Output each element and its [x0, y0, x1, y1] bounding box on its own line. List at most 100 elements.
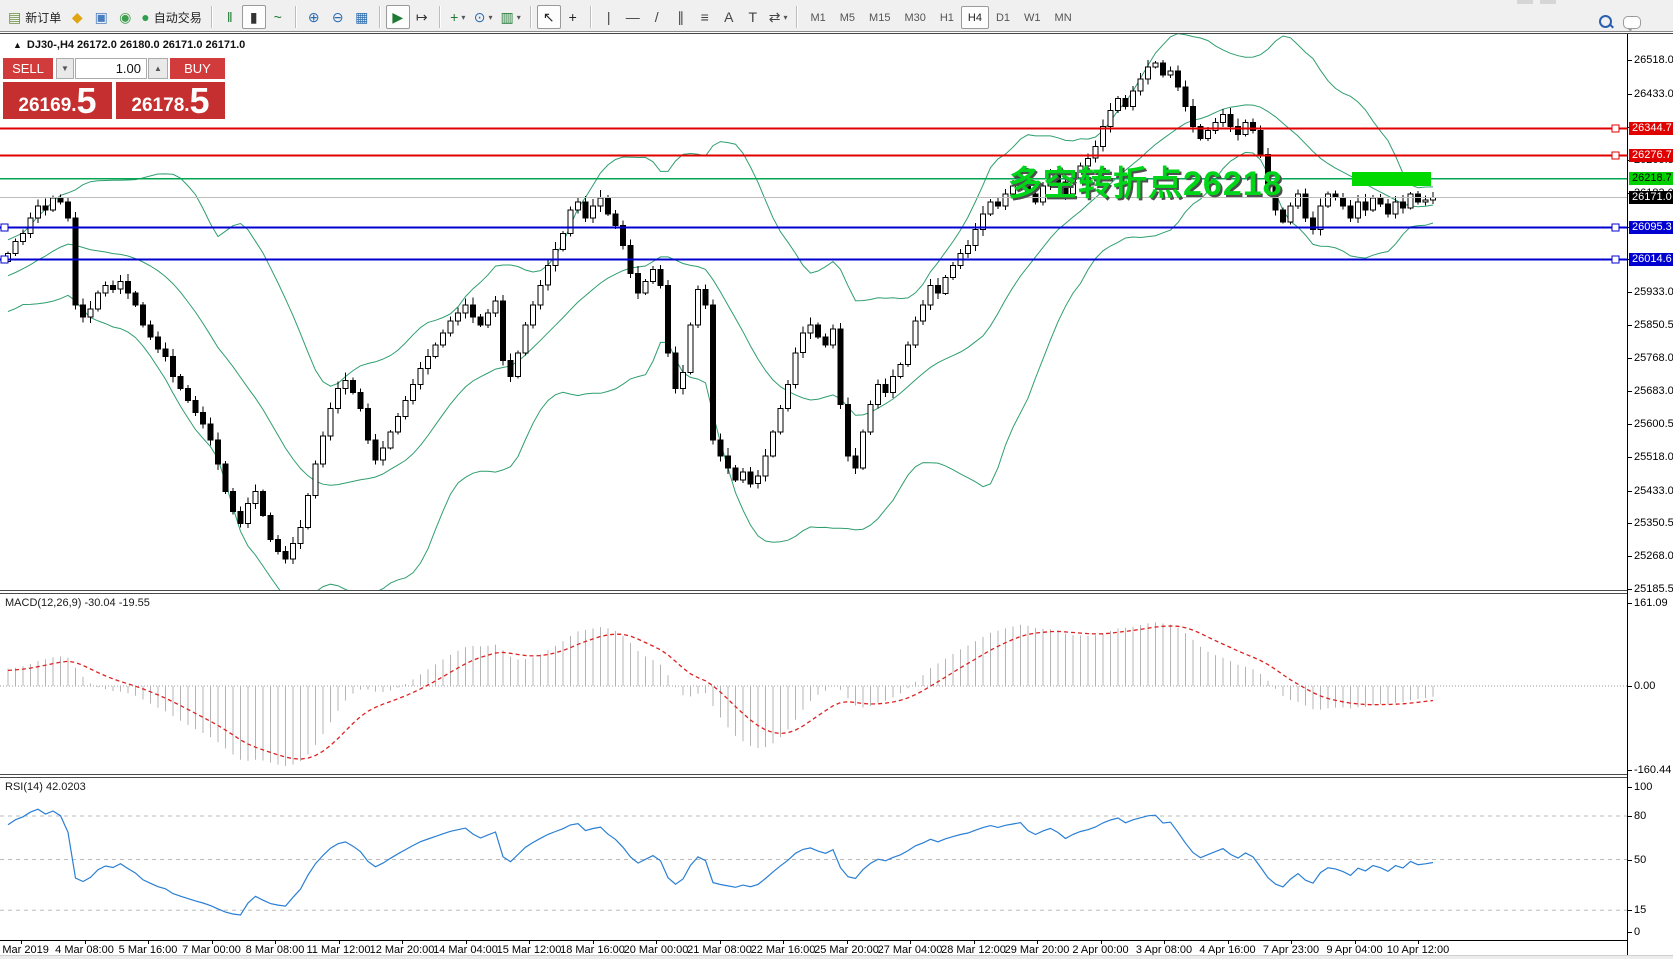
macd-pane[interactable] — [0, 594, 1627, 774]
sell-price-fraction: 5 — [77, 80, 97, 122]
chart-title: ▲DJ30-,H4 26172.0 26180.0 26171.0 26171.… — [13, 39, 245, 51]
text-button[interactable]: A — [717, 5, 741, 29]
label-icon: T — [748, 10, 757, 24]
main-price-chart[interactable] — [0, 34, 1627, 590]
search-icon[interactable] — [1599, 15, 1613, 29]
trendline-icon: / — [655, 10, 659, 24]
timeframe-button-h1[interactable]: H1 — [933, 6, 961, 29]
timeframe-button-m15[interactable]: M15 — [862, 6, 897, 29]
chat-icon[interactable] — [1623, 16, 1641, 29]
vertical-line-button[interactable]: | — [597, 5, 621, 29]
highlight-rectangle[interactable] — [1352, 172, 1431, 186]
timeframe-button-h4[interactable]: H4 — [961, 6, 989, 29]
crosshair-button[interactable]: + — [561, 5, 585, 29]
zoom-in-icon: ⊕ — [308, 10, 320, 24]
timeframe-button-m1[interactable]: M1 — [803, 6, 832, 29]
bottom-strip — [0, 955, 1673, 959]
price-tick — [1628, 424, 1632, 425]
annotation-text[interactable]: 多空转折点26218 — [1008, 156, 1283, 205]
trendline-button[interactable]: / — [645, 5, 669, 29]
price-tick — [1628, 325, 1632, 326]
vertical-line-icon: | — [607, 10, 611, 24]
dropdown-caret-icon[interactable]: ▾ — [517, 13, 521, 22]
dropdown-caret-icon[interactable]: ▾ — [488, 13, 492, 22]
price-level-badge: 26095.3 — [1629, 221, 1673, 234]
toolbar: ▤新订单◆▣◉●自动交易‖▮~⊕⊖▦▶↦+▾⊙▾▥▾↖+|—/∥≡AT⇄▾ M1… — [0, 0, 1673, 32]
buy-price-button[interactable]: 26178.5 — [116, 82, 225, 119]
collapse-icon[interactable]: ▲ — [13, 40, 22, 50]
rsi-tick — [1628, 816, 1632, 817]
new-chart-icon: + — [450, 10, 458, 24]
fibonacci-button[interactable]: ≡ — [693, 5, 717, 29]
timeframe-button-mn[interactable]: MN — [1048, 6, 1079, 29]
rsi-tick-label: 80 — [1634, 810, 1646, 822]
mt4-terminal: ▤新订单◆▣◉●自动交易‖▮~⊕⊖▦▶↦+▾⊙▾▥▾↖+|—/∥≡AT⇄▾ M1… — [0, 0, 1673, 959]
templates-button[interactable]: ▥▾ — [496, 5, 524, 29]
current-price-badge: 26171.0 — [1629, 191, 1673, 204]
candlestick-mode-button[interactable]: ▮ — [242, 5, 266, 29]
auto-scroll-button[interactable]: ▶ — [386, 5, 410, 29]
new-chart-button[interactable]: +▾ — [446, 5, 470, 29]
crosshair-icon: + — [569, 10, 577, 24]
arrows-button[interactable]: ⇄▾ — [765, 5, 792, 29]
fibonacci-icon: ≡ — [701, 10, 709, 24]
price-tick — [1628, 491, 1632, 492]
sell-price: 26169 — [18, 95, 71, 117]
price-axis[interactable]: 26518.026433.026348.026265.526183.026098… — [1627, 34, 1673, 959]
toolbar-separator — [590, 6, 592, 28]
timeframe-button-m30[interactable]: M30 — [897, 6, 932, 29]
window-control-fragment — [1540, 0, 1556, 4]
rsi-tick-label: 100 — [1634, 781, 1652, 793]
mql-community-button[interactable]: ◆ — [65, 5, 89, 29]
chart-shift-icon: ↦ — [416, 10, 428, 24]
bar-chart-mode-button[interactable]: ‖ — [218, 5, 242, 29]
rsi-tick — [1628, 910, 1632, 911]
rsi-pane[interactable] — [0, 778, 1627, 940]
volume-increase-button[interactable]: ▲ — [148, 58, 168, 79]
chart-shift-button[interactable]: ↦ — [410, 5, 434, 29]
macd-tick — [1628, 686, 1632, 687]
rsi-indicator-label: RSI(14) 42.0203 — [5, 781, 86, 793]
rsi-tick — [1628, 932, 1632, 933]
volume-decrease-button[interactable]: ▼ — [56, 58, 74, 79]
auto-trading-button[interactable]: ●自动交易 — [137, 5, 205, 29]
zoom-in-button[interactable]: ⊕ — [302, 5, 326, 29]
line-chart-icon: ~ — [274, 10, 282, 24]
window-control-fragment — [1517, 0, 1533, 4]
timeframe-button-w1[interactable]: W1 — [1017, 6, 1048, 29]
sell-button[interactable]: SELL — [3, 58, 53, 79]
signals-button[interactable]: ◉ — [113, 5, 137, 29]
price-tick — [1628, 60, 1632, 61]
label-button[interactable]: T — [741, 5, 765, 29]
rsi-tick — [1628, 860, 1632, 861]
chart-window[interactable]: ▲DJ30-,H4 26172.0 26180.0 26171.0 26171.… — [0, 33, 1673, 959]
buy-button[interactable]: BUY — [170, 58, 225, 79]
timeframe-button-m5[interactable]: M5 — [833, 6, 862, 29]
price-tick-label: 25433.0 — [1634, 485, 1673, 497]
market-button[interactable]: ▣ — [89, 5, 113, 29]
price-tick — [1628, 589, 1632, 590]
candlestick-icon: ▮ — [250, 10, 258, 24]
new-order-button[interactable]: ▤新订单 — [4, 5, 65, 29]
dropdown-caret-icon[interactable]: ▾ — [783, 13, 787, 22]
horizontal-line-button[interactable]: — — [621, 5, 645, 29]
sell-price-button[interactable]: 26169.5 — [3, 82, 112, 119]
text-icon: A — [724, 10, 733, 24]
zoom-out-button[interactable]: ⊖ — [326, 5, 350, 29]
zoom-out-icon: ⊖ — [332, 10, 344, 24]
line-chart-mode-button[interactable]: ~ — [266, 5, 290, 29]
volume-input[interactable]: 1.00 — [75, 58, 147, 79]
period-clock-button[interactable]: ⊙▾ — [470, 5, 497, 29]
template-icon: ▥ — [500, 10, 513, 24]
macd-tick — [1628, 603, 1632, 604]
tile-windows-button[interactable]: ▦ — [350, 5, 374, 29]
dropdown-caret-icon[interactable]: ▾ — [461, 13, 465, 22]
autotrade-icon: ● — [141, 10, 149, 24]
rsi-tick-label: 15 — [1634, 904, 1646, 916]
cursor-button[interactable]: ↖ — [537, 5, 561, 29]
timeframe-button-d1[interactable]: D1 — [989, 6, 1017, 29]
toolbar-separator — [530, 6, 532, 28]
toolbar-separator — [295, 6, 297, 28]
channel-button[interactable]: ∥ — [669, 5, 693, 29]
price-level-badge: 26218.7 — [1629, 172, 1673, 185]
